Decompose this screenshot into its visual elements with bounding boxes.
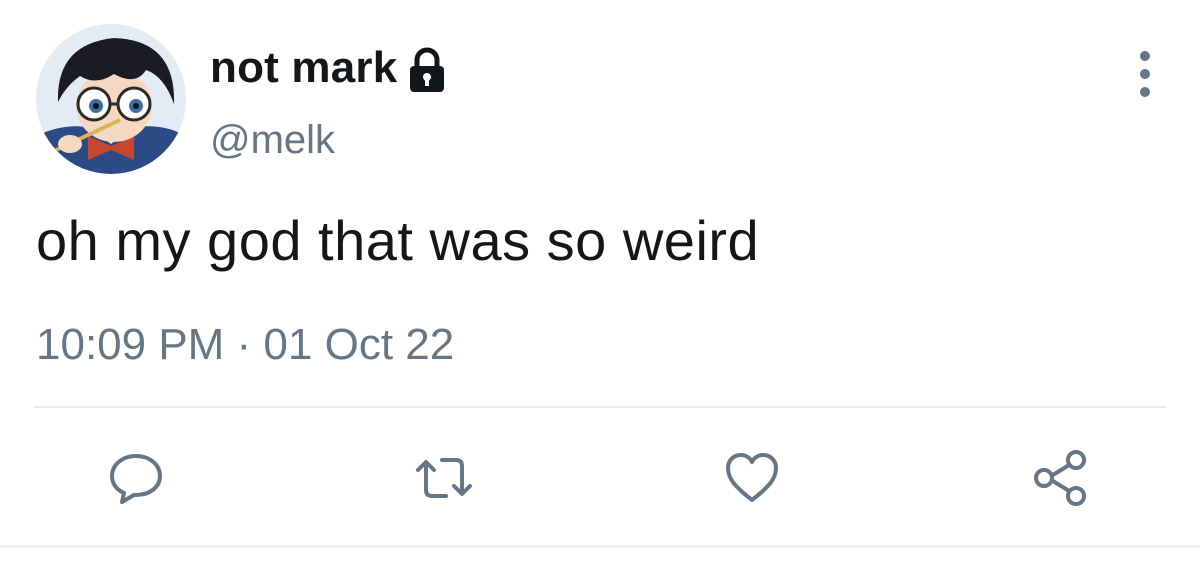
reply-icon xyxy=(110,454,162,504)
reply-button[interactable] xyxy=(104,446,168,510)
retweet-icon xyxy=(416,458,472,498)
tweet-text: oh my god that was so weird xyxy=(36,209,760,272)
lock-icon xyxy=(407,47,447,93)
avatar-image xyxy=(36,24,186,174)
share-button[interactable] xyxy=(1028,446,1092,510)
tweet-timestamp[interactable]: 10:09 PM · 01 Oct 22 xyxy=(36,320,454,370)
display-name-row: not mark xyxy=(210,40,447,96)
divider xyxy=(34,406,1166,408)
avatar[interactable] xyxy=(36,24,186,174)
heart-icon xyxy=(726,453,778,502)
retweet-button[interactable] xyxy=(412,446,476,510)
more-vertical-icon[interactable] xyxy=(1130,46,1160,106)
share-icon xyxy=(1034,450,1086,506)
display-name[interactable]: not mark xyxy=(210,43,397,93)
bottom-divider xyxy=(0,545,1200,548)
like-button[interactable] xyxy=(720,446,784,510)
user-handle[interactable]: @melk xyxy=(210,118,335,163)
